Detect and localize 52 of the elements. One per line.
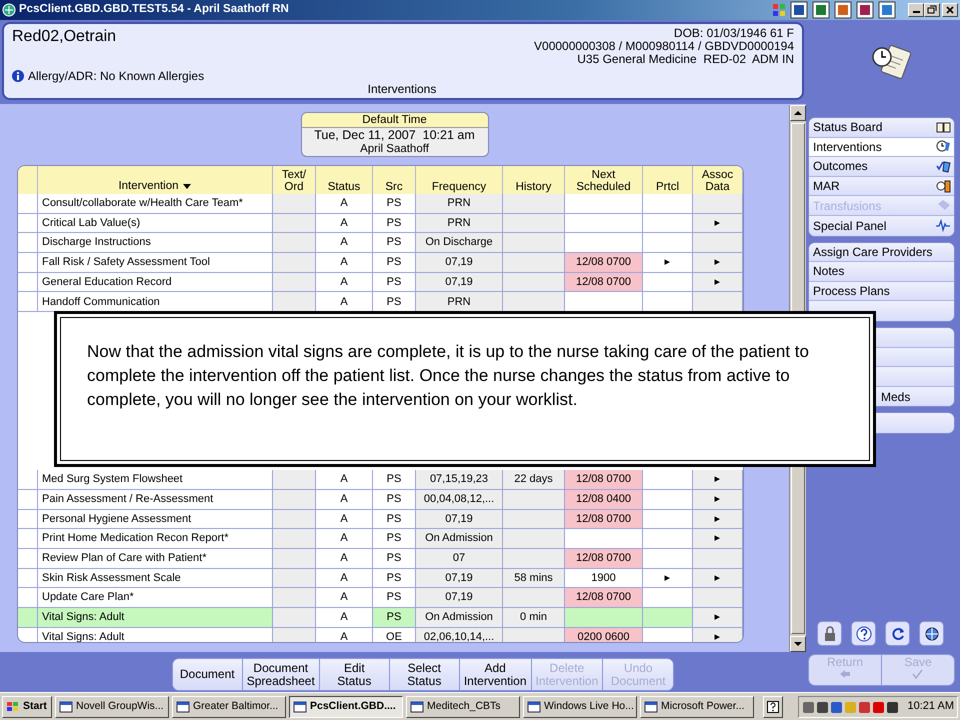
table-cell: PRN [416,214,503,234]
table-cell: A [316,214,373,234]
table-cell: PRN [416,194,503,214]
table-cell: 12/08 0700 [565,272,643,292]
table-cell: A [316,194,373,214]
table-cell: 07,19 [416,510,503,530]
table-cell: 07 [416,548,503,569]
table-cell: 12/08 0700 [565,470,643,490]
date-of-birth: DOB: 01/03/1946 61 F [672,27,794,40]
default-time-user: April Saathoff [359,142,430,156]
default-time-value: Tue, Dec 11, 2007 10:21 am [313,128,476,142]
table-cell: A [316,253,373,273]
window-title: PcsClient.GBD.GBD.TEST5.54 - April Saathoff RN [19,2,289,18]
table-cell: A [316,548,373,569]
patient-ids: V00000000308 / M000980114 / GBDVD0000194 [534,40,794,53]
table-cell: A [316,490,373,510]
table-cell: 12/08 0700 [565,548,643,569]
table-cell: A [316,272,373,292]
table-cell: 12/08 0700 [565,253,643,273]
default-time-label: Default Time [362,114,427,126]
note-text: Now that the admission vital signs are complete, it is up to the nurse taking care of the patient to complete the intervention off the patient list. Once the nurse changes the status from active to complete, you will no longer see the intervention on your worklist. [87,341,810,411]
table-cell: A [316,233,373,254]
patient-location: U35 General Medicine RED-02 ADM IN [576,53,794,66]
table-cell: PS [373,608,416,628]
table-cell: 12/08 0700 [565,588,643,608]
table-cell: On Discharge [416,233,503,254]
table-cell: A [316,568,373,588]
clock-text: 10:21 AM [908,699,954,714]
table-cell: A [316,510,373,530]
table-cell: 07,15,19,23 [416,470,503,490]
table-cell: 12/08 0400 [565,490,643,510]
table-cell: PRN [416,292,503,312]
table-cell: On Admission [416,529,503,549]
patient-name: Red02,Oetrain [12,27,116,47]
screen-title: Interventions [366,83,438,96]
allergy-text: Allergy/ADR: No Known Allergies [28,69,204,83]
table-cell: 0200 0600 [565,628,643,642]
table-cell: 07,19 [416,568,503,588]
table-cell: 0 min [503,608,565,628]
table-cell: 58 mins [503,568,565,588]
table-cell: A [316,628,373,642]
table-cell: A [316,588,373,608]
table-cell: 22 days [503,470,565,490]
table-cell: 07,19 [416,272,503,292]
table-cell: On Admission [416,608,503,628]
table-cell: 00,04,08,12,... [416,490,503,510]
table-cell: 12/08 0700 [565,510,643,530]
table-cell: A [316,470,373,490]
table-cell: 02,06,10,14,... [416,628,503,642]
table-cell: A [316,529,373,549]
table-cell: 07,19 [416,253,503,273]
table-cell: 07,19 [416,588,503,608]
